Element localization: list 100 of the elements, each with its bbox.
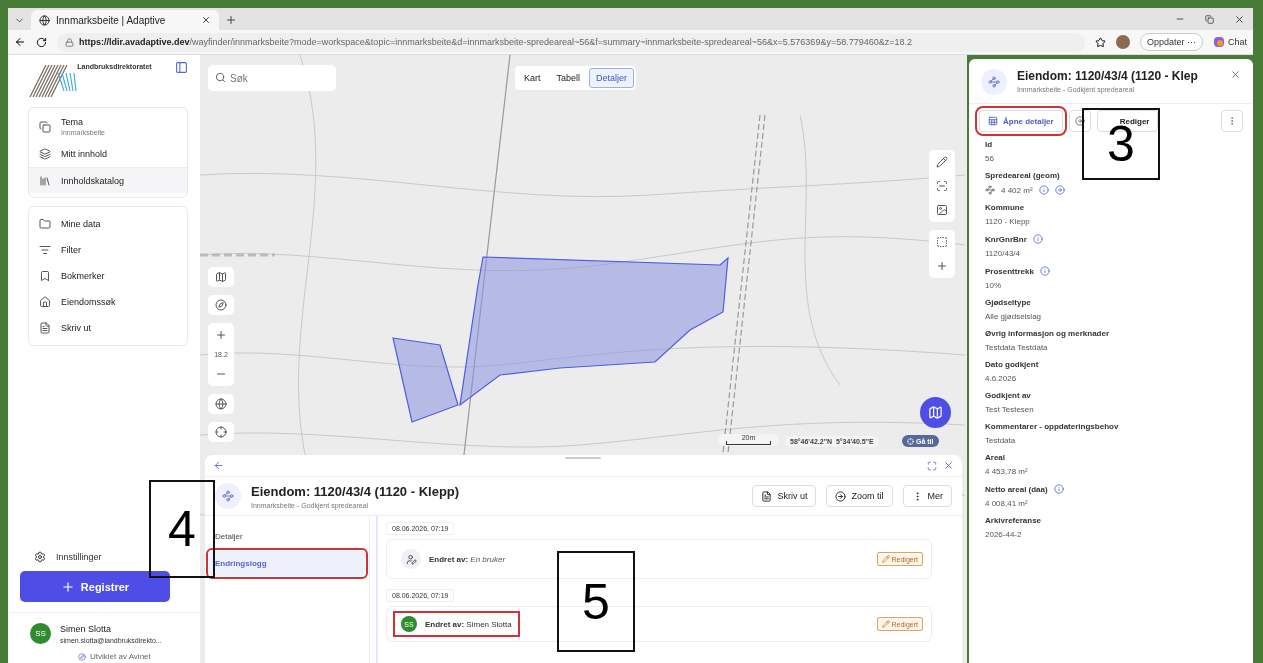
footer-text: Utviklet av Avinet	[90, 652, 151, 661]
expand-icon[interactable]	[927, 460, 937, 471]
search-icon	[215, 72, 226, 83]
field-value: 4 008,41 m²	[985, 499, 1029, 508]
field-value: Testdata Testdata	[985, 343, 1049, 352]
panel-action-button[interactable]: Skriv ut	[752, 485, 817, 507]
image-icon	[936, 204, 948, 216]
panel-title: Eiendom: 1120/43/4 (1120 - Klep	[1017, 69, 1199, 83]
close-icon[interactable]	[201, 15, 211, 25]
document-icon	[761, 490, 773, 502]
field-label: Prosenttrekk	[985, 266, 1034, 276]
layer-button[interactable]	[208, 267, 234, 287]
back-icon[interactable]	[14, 36, 26, 48]
info-icon[interactable]	[1032, 234, 1043, 244]
field-label: Areal	[985, 453, 1005, 462]
chat-icon	[1213, 36, 1225, 48]
drag-handle[interactable]	[565, 457, 601, 459]
back-icon[interactable]	[213, 460, 224, 471]
info-icon[interactable]	[1039, 266, 1050, 276]
field-label: Id	[985, 140, 993, 149]
map-icon	[215, 271, 227, 283]
panel-toggle-icon[interactable]	[175, 61, 188, 74]
globe-button[interactable]	[208, 394, 234, 414]
user-avatar: SS	[30, 623, 51, 644]
arrow-circle-icon	[1074, 116, 1085, 126]
draw-button[interactable]	[934, 154, 950, 170]
field-value: 4.6.2026	[985, 374, 1018, 383]
address-bar[interactable]: https://ldir.avadaptive.dev/wayfinder/innmarksbeite?mode=workspace&topic=innmarksbeite&d=innmarksbeite-spredeareal~56&f=summary~innmarksbeite-spredeareal~56&x=5.576369&y=58.779460&z=18.2	[57, 32, 1085, 52]
panel-tab[interactable]: Endringslogg	[209, 551, 365, 576]
nav-item[interactable]: Innholdskatalog	[29, 167, 187, 193]
arrow-circle-icon	[835, 490, 847, 502]
nav-item[interactable]: Mine data	[29, 211, 187, 237]
nav-item[interactable]: Filter	[29, 237, 187, 263]
field-value: 2026-44-2	[985, 530, 1023, 539]
info-icon[interactable]	[1053, 484, 1064, 494]
field-value: 56	[985, 154, 995, 163]
panel-tab[interactable]: Detaljer	[209, 524, 365, 549]
profile-avatar[interactable]	[1115, 35, 1130, 49]
layers-icon	[39, 148, 51, 160]
logo-icon	[78, 652, 86, 661]
close-icon[interactable]	[943, 460, 954, 471]
field-label: Netto areal (daa)	[985, 484, 1048, 494]
settings-icon	[34, 551, 46, 563]
field-label: Øvrig informasjon og merknader	[985, 329, 1110, 338]
settings-item[interactable]: Innstillinger	[28, 551, 188, 571]
register-button[interactable]: Registrer	[20, 571, 170, 602]
pencil-icon	[881, 620, 890, 628]
field-label: Godkjent av	[985, 391, 1031, 400]
folder-icon	[39, 218, 51, 230]
changed-by-text: Endret av: En bruker	[429, 554, 506, 564]
changed-by-text: Endret av: Simen Slotta	[425, 619, 512, 629]
new-tab-icon[interactable]	[225, 14, 237, 26]
chat-button[interactable]: Chat	[1213, 36, 1247, 48]
nav-item[interactable]: Skriv ut	[29, 315, 187, 341]
search-field[interactable]: Søk	[208, 65, 336, 91]
nav-item[interactable]: Bokmerker	[29, 263, 187, 289]
pencil-icon	[881, 555, 890, 563]
map-button[interactable]	[920, 397, 951, 428]
zoom-icon[interactable]	[1054, 185, 1065, 195]
info-icon[interactable]	[1038, 185, 1049, 195]
annotation-number: 5	[582, 576, 610, 627]
image-button[interactable]	[934, 202, 950, 218]
close-icon[interactable]	[1230, 69, 1241, 80]
reload-icon[interactable]	[36, 36, 47, 48]
close-icon[interactable]	[1234, 13, 1245, 25]
filter-icon	[39, 244, 51, 256]
library-icon	[39, 174, 51, 187]
plus-icon	[215, 329, 227, 341]
bookmark-icon	[39, 270, 51, 282]
compass-icon	[215, 299, 227, 311]
scan-icon	[936, 180, 948, 192]
field-label: Dato godkjent	[985, 360, 1039, 369]
select-area-button[interactable]	[934, 234, 950, 250]
panel-title: Eiendom: 1120/43/4 (1120 - Klepp)	[251, 483, 461, 499]
locate-button[interactable]	[208, 422, 234, 442]
panel-action-button[interactable]: Zoom til	[826, 485, 893, 507]
compass-button[interactable]	[208, 295, 234, 315]
globe-icon	[39, 14, 50, 26]
field-value: Test Testesen	[985, 405, 1035, 414]
pencil-icon	[936, 156, 948, 168]
field-label: KnrGnrBnr	[985, 234, 1027, 244]
property-icon	[215, 483, 241, 509]
nav-item[interactable]: Eiendomssøk	[29, 289, 187, 315]
panel-action-button[interactable]: Mer	[902, 485, 952, 507]
lock-icon	[65, 37, 74, 47]
restore-icon[interactable]	[1205, 14, 1214, 24]
measure-button[interactable]	[934, 178, 950, 194]
user-edit-icon	[401, 549, 421, 569]
polygon-icon	[985, 185, 995, 195]
field-label: Gjødseltype	[985, 298, 1031, 307]
favorite-icon[interactable]	[1094, 36, 1106, 48]
browser-tab[interactable]: Innmarksbeite | Adaptive	[31, 10, 219, 30]
view-tab[interactable]: Detaljer	[589, 68, 635, 88]
crosshair-icon	[907, 437, 914, 445]
globe-icon	[215, 398, 227, 410]
crosshair-icon	[215, 426, 227, 438]
field-label: Spredeareal (geom)	[985, 171, 1060, 180]
update-button[interactable]: Oppdater ···	[1139, 33, 1203, 51]
nav-item[interactable]: Mitt innhold	[29, 141, 187, 167]
zoom-button[interactable]	[1068, 110, 1091, 132]
